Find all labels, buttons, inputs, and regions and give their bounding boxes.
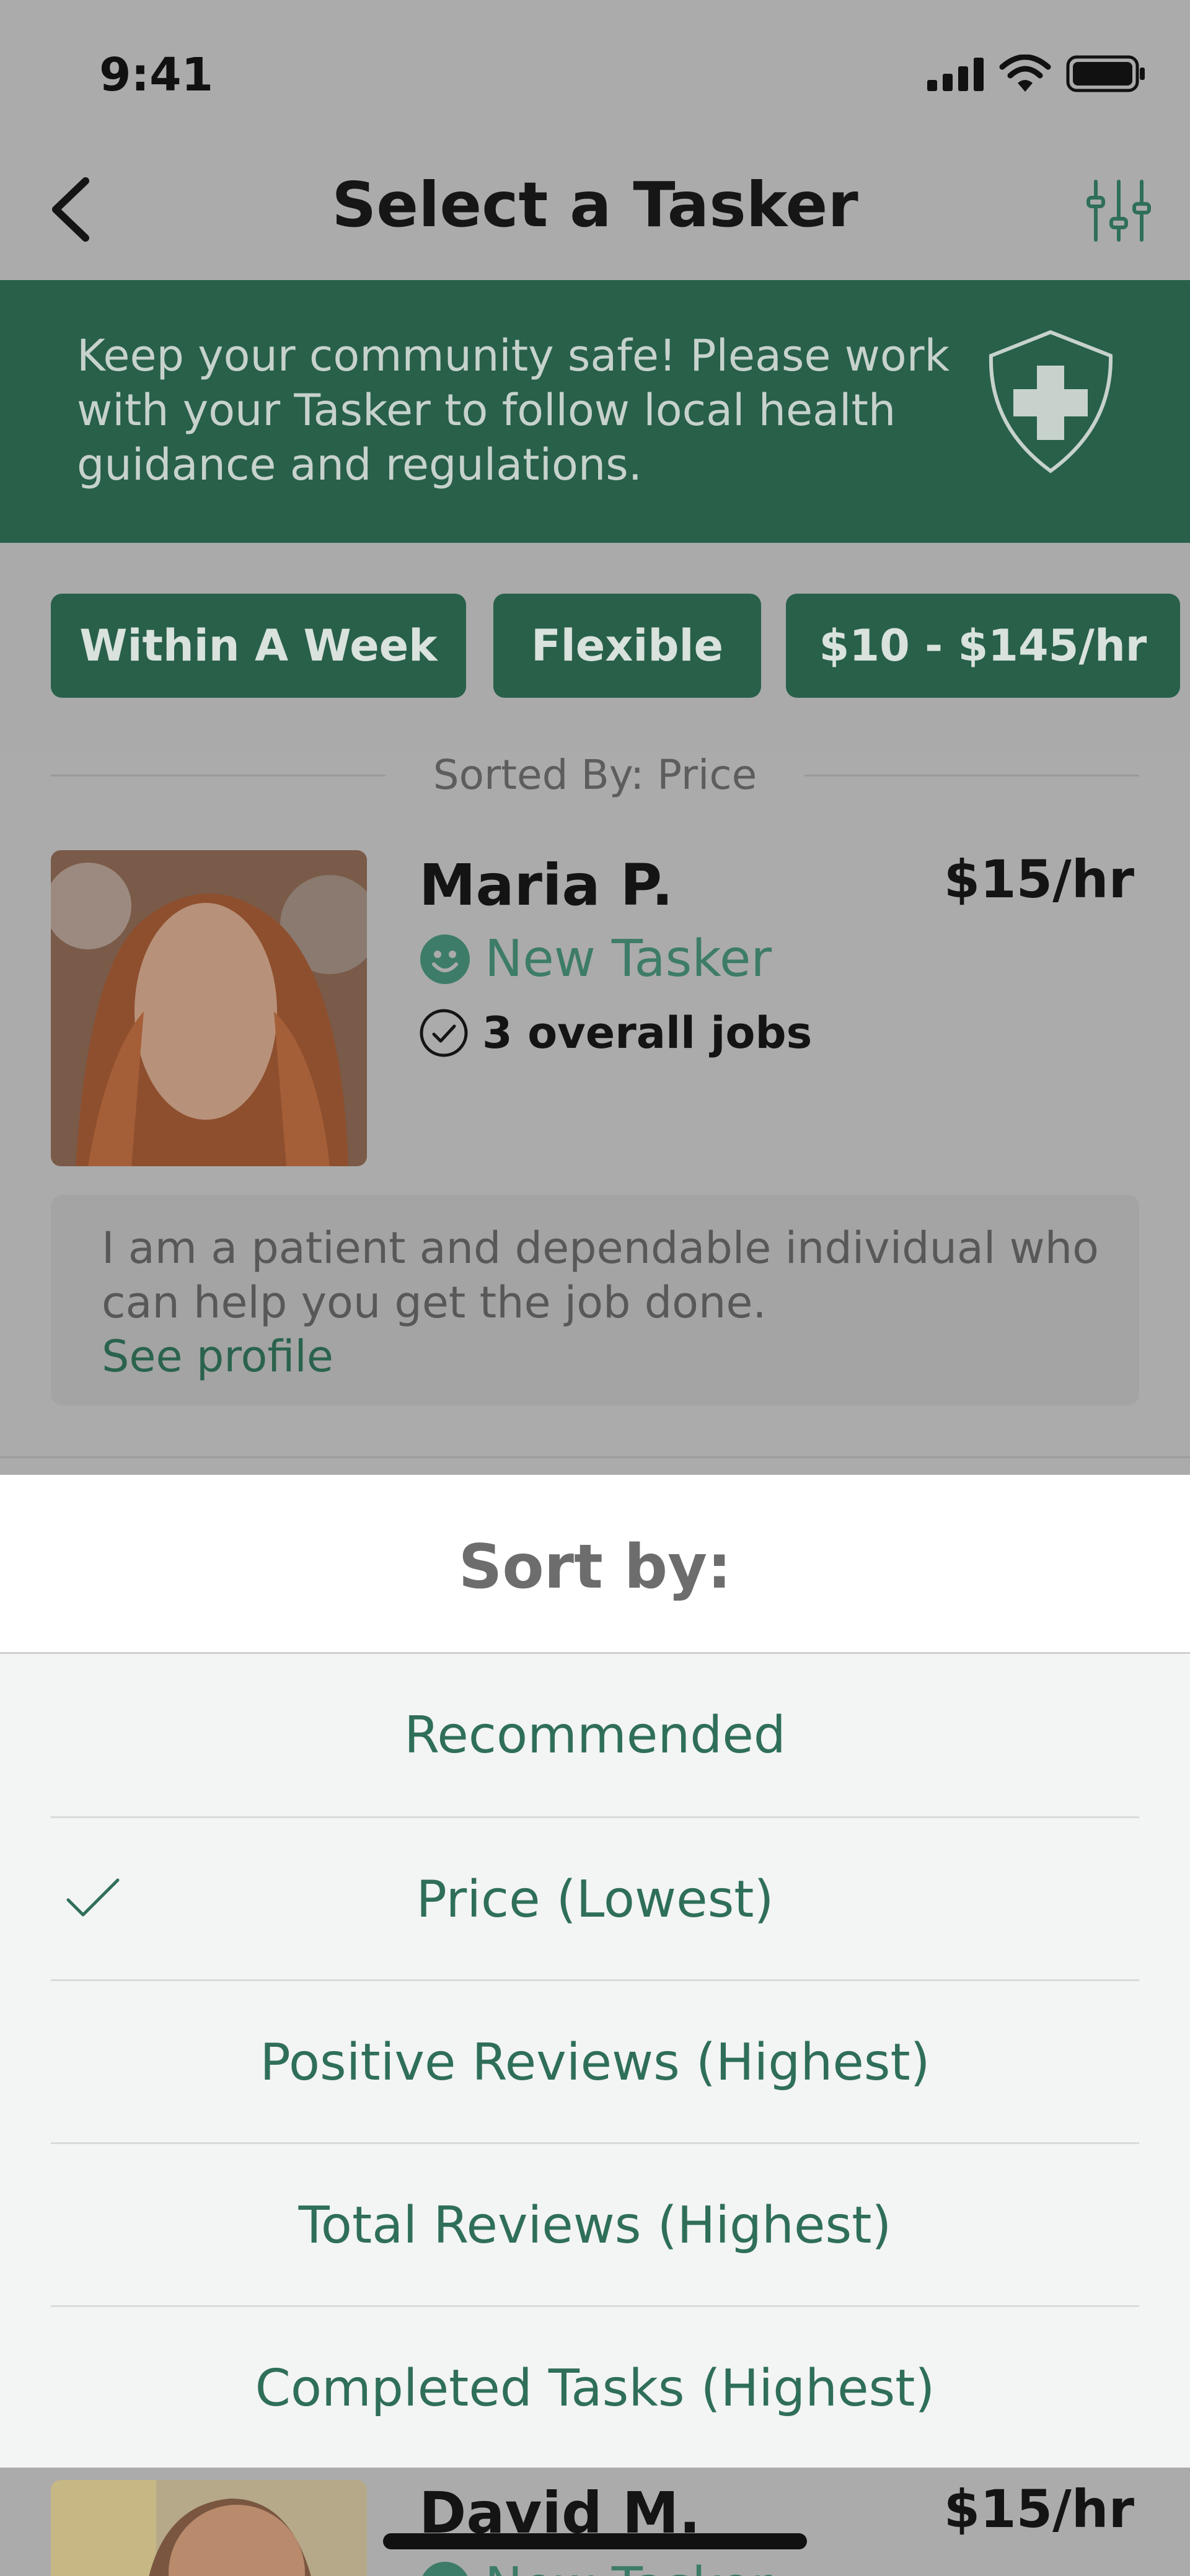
- sorted-by-label: Sorted By: Price: [433, 751, 757, 799]
- see-profile-link[interactable]: See profile: [102, 1331, 333, 1382]
- sliders-icon: [1086, 180, 1151, 242]
- battery-icon: [1066, 55, 1145, 92]
- card-divider: [0, 1456, 1190, 1458]
- filter-button[interactable]: [1085, 177, 1153, 245]
- home-indicator[interactable]: [383, 2533, 807, 2549]
- sort-option-recommended[interactable]: Recommended: [51, 1654, 1139, 1816]
- tasker-rate: $15/hr: [943, 2479, 1134, 2539]
- jobs-count: 3 overall jobs: [482, 1008, 813, 1058]
- badge-label: New Tasker: [485, 2557, 772, 2576]
- tasker-jobs: 3 overall jobs: [419, 1008, 812, 1058]
- tasker-name[interactable]: Maria P.: [419, 852, 673, 918]
- tasker-avatar[interactable]: [51, 850, 367, 1166]
- avatar-image: [51, 850, 367, 1166]
- sort-option-positive-reviews[interactable]: Positive Reviews (Highest): [51, 1981, 1139, 2143]
- select-tasker-screen: 9:41 Select a Tasker Keep your community…: [0, 0, 1190, 2576]
- sort-sheet-header: Sort by:: [0, 1475, 1190, 1653]
- avatar-image: [51, 2480, 367, 2576]
- check-circle-icon: [420, 1009, 468, 1057]
- medical-shield-icon: [989, 330, 1113, 473]
- tasker-bio-card: I am a patient and dependable individual…: [51, 1195, 1139, 1405]
- status-time: 9:41: [99, 48, 214, 102]
- wifi-icon: [999, 55, 1051, 92]
- filter-chip-time[interactable]: Flexible: [493, 594, 761, 698]
- tasker-avatar[interactable]: [51, 2480, 367, 2576]
- status-icons: [927, 55, 1147, 93]
- health-banner-text: Keep your community safe! Please work wi…: [77, 330, 950, 490]
- smiley-icon: [422, 2561, 468, 2576]
- page-title: Select a Tasker: [332, 169, 858, 241]
- badge-label: New Tasker: [485, 930, 772, 988]
- tasker-rate: $15/hr: [943, 849, 1134, 910]
- filter-chip-price[interactable]: $10 - $145/hr: [786, 594, 1180, 698]
- filter-chip-date[interactable]: Within A Week: [51, 594, 466, 698]
- sort-option-price-lowest[interactable]: Price (Lowest): [51, 1818, 1139, 1980]
- tasker-badge: New Tasker: [419, 2557, 772, 2576]
- sort-option-completed-tasks[interactable]: Completed Tasks (Highest): [51, 2307, 1139, 2469]
- sort-sheet-title: Sort by:: [458, 1532, 732, 1602]
- tasker-bio: I am a patient and dependable individual…: [102, 1223, 1099, 1328]
- smiley-icon: [420, 934, 470, 984]
- signal-icon: [927, 58, 984, 91]
- sort-option-total-reviews[interactable]: Total Reviews (Highest): [51, 2144, 1139, 2306]
- tasker-badge: New Tasker: [419, 930, 772, 988]
